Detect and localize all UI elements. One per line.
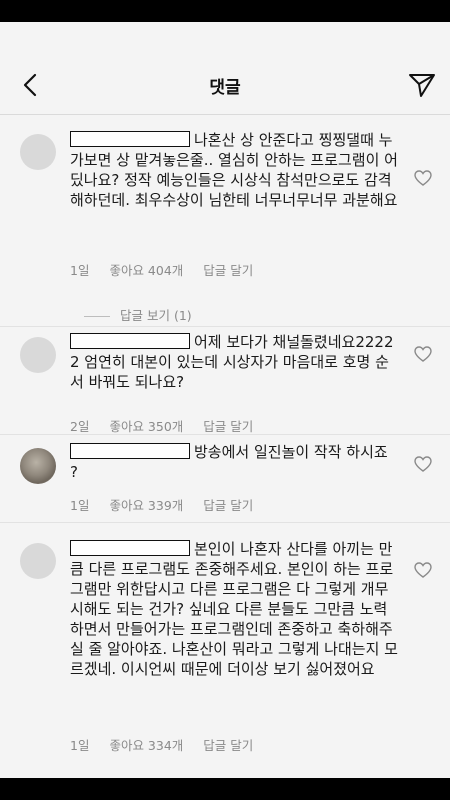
comment-meta: 1일 좋아요 339개 답글 달기 (70, 495, 269, 514)
paper-plane-icon[interactable] (408, 72, 436, 98)
likes-count[interactable]: 좋아요 339개 (109, 498, 183, 513)
view-replies-button[interactable]: 답글 보기 (1) (84, 305, 192, 324)
reply-button[interactable]: 답글 달기 (203, 263, 253, 278)
avatar[interactable] (20, 448, 56, 484)
comment-time: 1일 (70, 263, 90, 278)
comment-body: 본인이 나혼자 산다를 아끼는 만큼 다른 프로그램도 존중해주세요. 본인이 … (70, 539, 398, 679)
likes-count[interactable]: 좋아요 334개 (109, 738, 183, 753)
comments-screen: 댓글 나혼산 상 안준다고 찡찡댈때 누가보면 상 맡겨놓은줄.. 열심히 안하… (0, 22, 450, 778)
comment-meta: 1일 좋아요 404개 답글 달기 (70, 260, 269, 279)
redacted-username (70, 131, 190, 147)
heart-outline-icon[interactable] (414, 170, 432, 186)
redacted-username (70, 443, 190, 459)
comment-text: 본인이 나혼자 산다를 아끼는 만큼 다른 프로그램도 존중해주세요. 본인이 … (70, 540, 398, 678)
reply-button[interactable]: 답글 달기 (203, 419, 253, 434)
heart-outline-icon[interactable] (414, 456, 432, 472)
likes-count[interactable]: 좋아요 404개 (109, 263, 183, 278)
divider (0, 434, 450, 435)
reply-button[interactable]: 답글 달기 (203, 498, 253, 513)
header-bar: 댓글 (0, 54, 450, 115)
likes-count[interactable]: 좋아요 350개 (109, 419, 183, 434)
view-replies-label: 답글 보기 (1) (120, 308, 192, 323)
comment-meta: 2일 좋아요 350개 답글 달기 (70, 416, 269, 435)
avatar[interactable] (20, 337, 56, 373)
divider (0, 522, 450, 523)
comment-time: 2일 (70, 419, 90, 434)
avatar[interactable] (20, 134, 56, 170)
comment-time: 1일 (70, 738, 90, 753)
page-title: 댓글 (209, 78, 241, 98)
comment-body: 어제 보다가 채널돌렸네요22222 엄연히 대본이 있는데 시상자가 마음대로… (70, 332, 398, 392)
divider (0, 326, 450, 327)
comment-body: 나혼산 상 안준다고 찡찡댈때 누가보면 상 맡겨놓은줄.. 열심히 안하는 프… (70, 130, 398, 210)
heart-outline-icon[interactable] (414, 346, 432, 362)
comment-meta: 1일 좋아요 334개 답글 달기 (70, 735, 269, 754)
reply-divider-line (84, 316, 110, 317)
reply-button[interactable]: 답글 달기 (203, 738, 253, 753)
redacted-username (70, 540, 190, 556)
comment-body: 방송에서 일진놀이 작작 하시죠 ? (70, 442, 398, 482)
avatar[interactable] (20, 543, 56, 579)
comment-time: 1일 (70, 498, 90, 513)
redacted-username (70, 333, 190, 349)
heart-outline-icon[interactable] (414, 562, 432, 578)
